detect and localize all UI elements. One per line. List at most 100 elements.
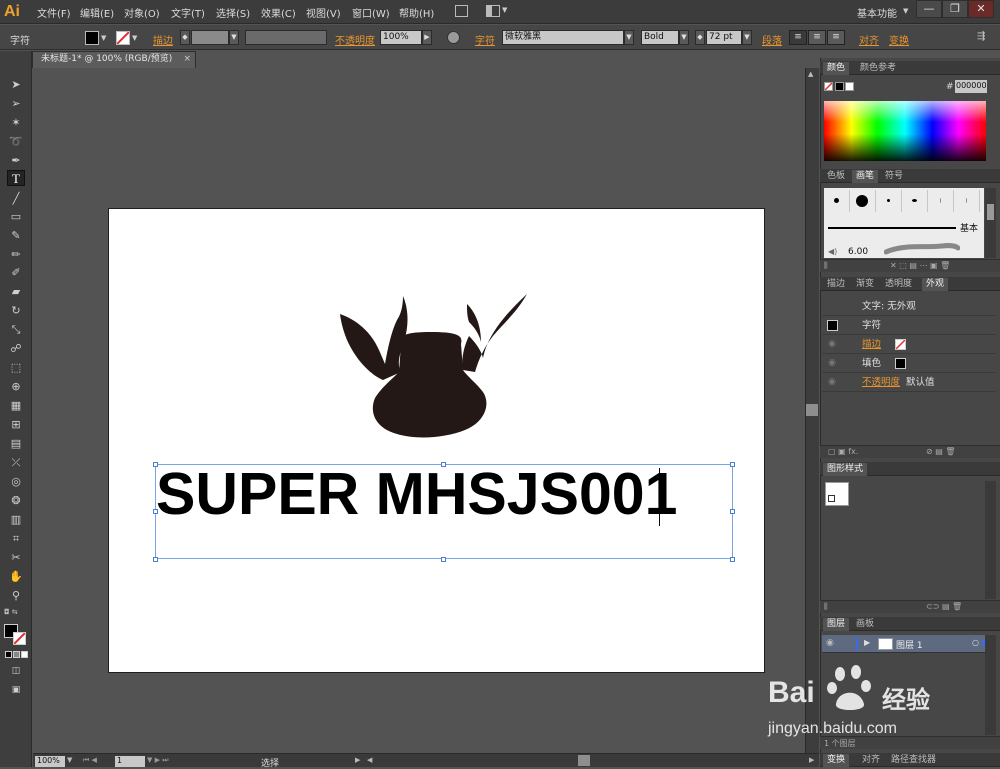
tab-transform[interactable]: 变换 <box>823 754 850 767</box>
tab-color-guide[interactable]: 颜色参考 <box>856 62 900 75</box>
first-artboard-icon[interactable]: ⏮ ◀ <box>83 756 97 765</box>
layer-row[interactable]: ◉ ▶ 图层 1 ○ <box>822 635 988 653</box>
tab-transparency[interactable]: 透明度 <box>881 278 916 291</box>
stroke-weight-field[interactable] <box>191 30 229 45</box>
selection-handle[interactable] <box>730 462 735 467</box>
layer-name[interactable]: 图层 1 <box>896 638 923 651</box>
paragraph-label[interactable]: 段落 <box>762 32 782 47</box>
stroke-none-swatch[interactable] <box>895 339 906 350</box>
artboard-number-field[interactable]: 1 <box>115 756 145 767</box>
selection-handle[interactable] <box>730 557 735 562</box>
scale-tool-icon[interactable]: ⤡ <box>7 322 25 338</box>
fill-black-swatch[interactable] <box>895 358 906 369</box>
symbol-sprayer-tool-icon[interactable]: ❂ <box>7 493 25 509</box>
appearance-row-fill[interactable]: ◉ 填色 <box>822 354 996 373</box>
character-label[interactable]: 字符 <box>475 32 495 47</box>
font-family-dropdown[interactable]: ▼ <box>624 30 634 45</box>
lasso-tool-icon[interactable]: ➰ <box>7 134 25 150</box>
expand-layer-icon[interactable]: ▶ <box>864 638 870 647</box>
brush-swatch[interactable] <box>824 190 850 212</box>
bridge-icon[interactable] <box>455 5 468 17</box>
tab-gradient[interactable]: 渐变 <box>852 278 878 291</box>
direct-selection-tool-icon[interactable]: ➢ <box>7 96 25 112</box>
align-right-icon[interactable]: ≡ <box>827 30 845 45</box>
layers-scrollbar[interactable] <box>985 635 996 735</box>
font-size-field[interactable]: 72 pt <box>706 30 742 45</box>
blend-tool-icon[interactable]: ◎ <box>7 474 25 490</box>
menu-window[interactable]: 窗口(W) <box>352 5 390 20</box>
none-mode-icon[interactable] <box>21 651 28 658</box>
appearance-footer-icons-right[interactable]: ⊘ ▤ 🗑 <box>926 447 956 456</box>
hand-tool-icon[interactable]: ✋ <box>7 569 25 585</box>
variable-width-profile[interactable] <box>245 30 327 45</box>
appearance-footer-icons[interactable]: ▢ ▣ fx. <box>828 447 858 456</box>
charcoal-brush-stroke[interactable] <box>884 242 960 258</box>
stroke-color-box[interactable] <box>13 632 26 645</box>
magic-wand-tool-icon[interactable]: ✶ <box>7 115 25 131</box>
shape-builder-tool-icon[interactable]: ⊕ <box>7 379 25 395</box>
black-color-icon[interactable] <box>835 82 844 91</box>
tab-appearance[interactable]: 外观 <box>922 278 949 291</box>
font-size-stepper[interactable]: ◆ <box>695 30 705 45</box>
eye-icon[interactable]: ◉ <box>824 335 840 354</box>
white-color-icon[interactable] <box>845 82 854 91</box>
brush-scrollbar[interactable] <box>985 188 996 258</box>
vertical-scroll-thumb[interactable] <box>806 404 818 416</box>
brush-swatch[interactable] <box>928 190 954 212</box>
horizontal-scroll-thumb[interactable] <box>578 755 590 766</box>
appearance-row-character[interactable]: 字符 <box>822 316 996 335</box>
tab-layers[interactable]: 图层 <box>823 618 850 631</box>
zoom-field[interactable]: 100% <box>35 756 65 767</box>
transform-panel-link[interactable]: 变换 <box>889 32 909 47</box>
tab-swatches[interactable]: 色板 <box>823 170 849 183</box>
basic-brush-stroke[interactable] <box>828 227 956 229</box>
workspace-switcher[interactable]: 基本功能 <box>857 5 897 20</box>
tab-symbols[interactable]: 符号 <box>881 170 907 183</box>
appearance-row-opacity[interactable]: ◉ 不透明度 默认值 <box>822 373 996 392</box>
chevron-down-icon[interactable]: ▼ <box>101 34 106 42</box>
selection-handle[interactable] <box>730 509 735 514</box>
tab-pathfinder[interactable]: 路径查找器 <box>887 754 940 767</box>
appearance-row-stroke[interactable]: ◉ 描边 <box>822 335 996 354</box>
color-spectrum[interactable] <box>824 101 986 161</box>
fill-swatch[interactable] <box>85 31 99 45</box>
panel-menu-icon[interactable]: ⇶ <box>977 31 985 42</box>
pencil-tool-icon[interactable]: ✏ <box>7 247 25 263</box>
eye-icon[interactable]: ◉ <box>824 373 840 392</box>
chevron-down-icon[interactable]: ▼ <box>502 6 507 14</box>
none-color-icon[interactable] <box>824 82 833 91</box>
scroll-left-icon[interactable]: ◀ <box>367 756 372 764</box>
tab-brushes[interactable]: 画笔 <box>852 170 879 183</box>
selection-handle[interactable] <box>153 557 158 562</box>
align-center-icon[interactable]: ≡ <box>808 30 826 45</box>
status-menu-icon[interactable]: ▶ <box>355 756 360 764</box>
font-size-dropdown[interactable]: ▼ <box>742 30 752 45</box>
close-window-button[interactable]: ✕ <box>968 0 994 18</box>
opacity-label[interactable]: 不透明度 <box>335 32 375 47</box>
color-mode-icon[interactable] <box>5 651 12 658</box>
tab-artboards[interactable]: 画板 <box>852 618 878 631</box>
artboard-tool-icon[interactable]: ⌗ <box>7 531 25 547</box>
gradient-tool-icon[interactable]: ▤ <box>7 436 25 452</box>
mesh-tool-icon[interactable]: ⊞ <box>7 417 25 433</box>
menu-object[interactable]: 对象(O) <box>124 5 160 20</box>
style-library-icon[interactable]: ⫼ <box>824 602 828 612</box>
selection-tool-icon[interactable]: ➤ <box>7 77 25 93</box>
gradient-mode-icon[interactable] <box>13 651 20 658</box>
menu-select[interactable]: 选择(S) <box>216 5 250 20</box>
brush-swatch[interactable] <box>954 190 980 212</box>
eye-icon[interactable]: ◉ <box>826 638 834 648</box>
stroke-weight-dropdown[interactable]: ▼ <box>229 30 239 45</box>
warp-tool-icon[interactable]: ☍ <box>7 341 25 357</box>
tab-align[interactable]: 对齐 <box>858 754 884 767</box>
align-left-icon[interactable]: ≡ <box>789 30 807 45</box>
document-tab[interactable]: 未标题-1* @ 100% (RGB/预览) × <box>32 51 196 68</box>
next-artboard-icon[interactable]: ▼ ▶ ⏭ <box>147 756 169 765</box>
eyedropper-tool-icon[interactable]: ⤫ <box>7 455 25 471</box>
align-panel-link[interactable]: 对齐 <box>859 32 879 47</box>
tab-graphic-styles[interactable]: 图形样式 <box>823 463 868 476</box>
brush-footer-icons[interactable]: ✕ ⬚ ▤ ⋯ ▣ 🗑 <box>890 261 950 270</box>
menu-type[interactable]: 文字(T) <box>171 5 205 20</box>
styles-scrollbar[interactable] <box>985 481 996 599</box>
brush-swatch[interactable] <box>850 190 876 212</box>
